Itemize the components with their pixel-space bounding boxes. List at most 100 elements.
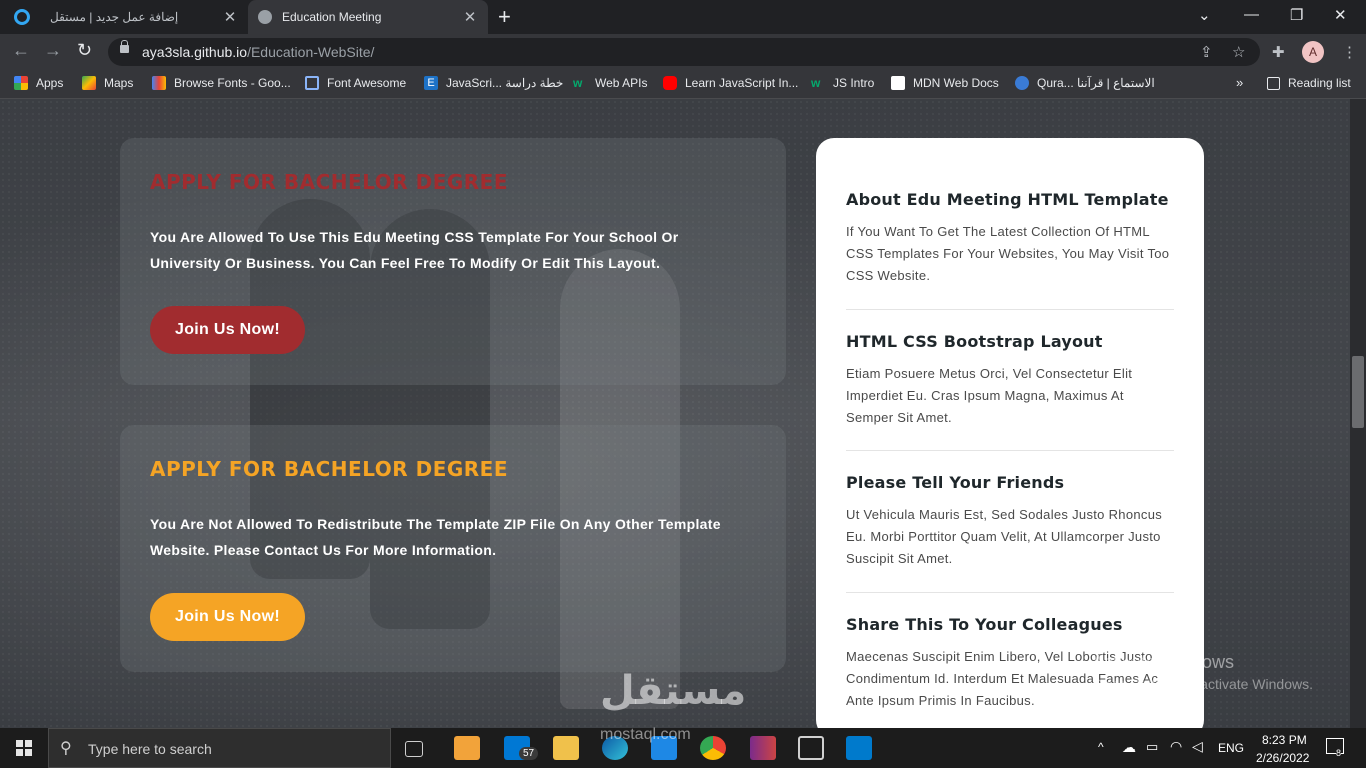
tab-mostaql[interactable]: إضافة عمل جديد | مستقل ✕	[0, 0, 248, 34]
bookmark-web-apis[interactable]: w Web APIs	[573, 76, 647, 90]
close-tab-icon[interactable]: ✕	[220, 8, 240, 26]
url-text[interactable]: aya3sla.github.io/Education-WebSite/	[142, 44, 374, 60]
bookmark-label: Learn JavaScript In...	[685, 76, 799, 90]
sidebar-item-title[interactable]: About Edu Meeting HTML Template	[846, 190, 1174, 209]
sidebar-item-title[interactable]: Please Tell Your Friends	[846, 473, 1174, 492]
url-host: aya3sla.github.io	[142, 44, 248, 60]
app-icon[interactable]	[798, 736, 824, 760]
tab-education-meeting[interactable]: Education Meeting ✕	[248, 0, 488, 34]
restore-icon[interactable]: ❐	[1290, 6, 1303, 24]
notification-icon[interactable]	[1326, 738, 1344, 754]
quran-icon	[1015, 76, 1029, 90]
scrollbar-thumb[interactable]	[1352, 356, 1364, 428]
sidebar-item-text: Ut Vehicula Mauris Est, Sed Sodales Just…	[846, 507, 1163, 566]
reading-list-button[interactable]: Reading list	[1267, 76, 1351, 90]
clock-date[interactable]: 2/26/2022	[1256, 751, 1309, 765]
vscode-icon[interactable]	[846, 736, 872, 760]
sidebar-info-panel: About Edu Meeting HTML Template If You W…	[816, 138, 1204, 728]
bookmark-label: Browse Fonts - Goo...	[174, 76, 291, 90]
wifi-icon[interactable]: ◠	[1170, 738, 1182, 755]
show-hidden-icons-chevron-icon[interactable]: ^	[1098, 740, 1104, 754]
activate-windows-subtitle: Go to Settings to activate Windows.	[1092, 676, 1313, 692]
sidebar-item-text: Etiam Posuere Metus Orci, Vel Consectetu…	[846, 366, 1133, 425]
reading-list-icon	[1267, 76, 1280, 90]
sidebar-item: Please Tell Your Friends Ut Vehicula Mau…	[846, 473, 1174, 570]
bookmark-font-awesome[interactable]: Font Awesome	[305, 76, 406, 90]
lock-icon[interactable]	[120, 40, 129, 53]
page-viewport: APPLY FOR BACHELOR DEGREE You Are Allowe…	[0, 99, 1350, 728]
winrar-icon[interactable]	[750, 736, 776, 760]
share-icon[interactable]: ⇪	[1200, 43, 1213, 61]
bookmark-label: MDN Web Docs	[913, 76, 999, 90]
task-view-icon[interactable]	[405, 741, 423, 757]
font-awesome-flag-icon	[305, 76, 319, 90]
volume-icon[interactable]: ◁	[1192, 738, 1203, 755]
bookmark-js-intro[interactable]: w JS Intro	[811, 76, 874, 90]
notification-count: 8	[1336, 748, 1342, 758]
minimize-icon[interactable]: —	[1244, 6, 1259, 23]
globe-icon	[258, 10, 272, 24]
search-icon: ⚲	[60, 740, 72, 757]
divider	[846, 450, 1174, 451]
card-text: You Are Allowed To Use This Edu Meeting …	[150, 229, 679, 271]
apply-card-2: APPLY FOR BACHELOR DEGREE You Are Not Al…	[120, 425, 786, 672]
maps-icon	[82, 76, 96, 90]
store-icon[interactable]	[454, 736, 480, 760]
sidebar-item-title[interactable]: Share This To Your Colleagues	[846, 615, 1174, 634]
bookmark-label: JS Intro	[833, 76, 875, 90]
close-window-icon[interactable]: ✕	[1334, 6, 1347, 24]
bookmark-javascript-plan[interactable]: E JavaScri... خطة دراسة	[424, 76, 563, 90]
apply-card-1: APPLY FOR BACHELOR DEGREE You Are Allowe…	[120, 138, 786, 385]
bookmark-apps[interactable]: Apps	[14, 76, 63, 90]
divider	[846, 309, 1174, 310]
back-arrow-icon[interactable]: ←	[12, 40, 30, 61]
bookmark-mdn[interactable]: MDN Web Docs	[891, 76, 999, 90]
menu-kebab-icon[interactable]: ⋮	[1342, 43, 1357, 61]
sidebar-item-title[interactable]: HTML CSS Bootstrap Layout	[846, 332, 1174, 351]
sidebar-item-text: If You Want To Get The Latest Collection…	[846, 224, 1170, 283]
mostaql-watermark: مستقل	[600, 668, 747, 714]
bookmark-label: Web APIs	[595, 76, 648, 90]
tab-search-chevron-icon[interactable]: ⌄	[1198, 6, 1211, 24]
join-us-button[interactable]: Join Us Now!	[150, 306, 305, 354]
clock-time[interactable]: 8:23 PM	[1262, 733, 1307, 747]
cloud-icon[interactable]: ☁	[1122, 739, 1136, 756]
new-tab-icon[interactable]: +	[498, 4, 511, 30]
taskbar-search-placeholder: Type here to search	[88, 741, 212, 757]
google-fonts-icon	[152, 76, 166, 90]
cortana-ring-icon	[14, 9, 30, 25]
bookmark-star-icon[interactable]: ☆	[1232, 43, 1245, 61]
reload-icon[interactable]: ↻	[77, 40, 92, 61]
w3-icon: w	[811, 76, 821, 90]
windows-start-icon[interactable]	[16, 740, 32, 756]
bookmark-learn-javascript[interactable]: Learn JavaScript In...	[663, 76, 798, 90]
battery-icon[interactable]: ▭	[1146, 739, 1158, 755]
card-title: APPLY FOR BACHELOR DEGREE	[150, 457, 508, 481]
card-title: APPLY FOR BACHELOR DEGREE	[150, 170, 508, 194]
url-path: /Education-WebSite/	[247, 44, 375, 60]
bookmark-label: Qura... الاستماع | قرآننا	[1037, 76, 1155, 90]
e-icon: E	[424, 76, 438, 90]
close-tab-icon[interactable]: ✕	[460, 8, 480, 26]
more-bookmarks-chevron-icon[interactable]: »	[1236, 75, 1243, 90]
bookmark-label: JavaScri... خطة دراسة	[446, 76, 564, 90]
tab-title: Education Meeting	[282, 10, 382, 24]
join-us-button[interactable]: Join Us Now!	[150, 593, 305, 641]
apps-grid-icon	[14, 76, 28, 90]
chrome-icon[interactable]	[700, 736, 726, 760]
bookmark-maps[interactable]: Maps	[82, 76, 133, 90]
sidebar-item: About Edu Meeting HTML Template If You W…	[846, 190, 1174, 287]
mdn-icon	[891, 76, 905, 90]
reading-list-label: Reading list	[1288, 76, 1351, 90]
forward-arrow-icon[interactable]: →	[44, 40, 62, 61]
bookmark-google-fonts[interactable]: Browse Fonts - Goo...	[152, 76, 291, 90]
bookmark-quran[interactable]: Qura... الاستماع | قرآننا	[1015, 76, 1155, 90]
youtube-icon	[663, 76, 677, 90]
bookmark-label: Apps	[36, 76, 64, 90]
mail-badge: 57	[519, 747, 539, 760]
file-explorer-icon[interactable]	[553, 736, 579, 760]
sidebar-item: HTML CSS Bootstrap Layout Etiam Posuere …	[846, 332, 1174, 429]
profile-avatar[interactable]: A	[1302, 41, 1324, 63]
extensions-puzzle-icon[interactable]: ✚	[1272, 43, 1285, 61]
language-indicator[interactable]: ENG	[1218, 741, 1244, 755]
